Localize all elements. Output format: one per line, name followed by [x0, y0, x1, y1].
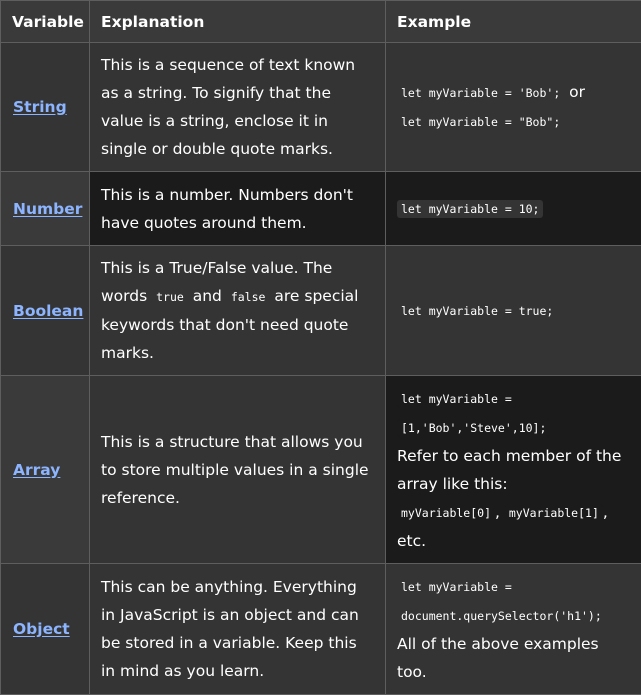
example-text: or	[564, 83, 585, 101]
example-cell: let myVariable = document.querySelector(…	[386, 564, 641, 695]
table-row-number: Number This is a number. Numbers don't h…	[1, 172, 641, 246]
explanation-text: and	[188, 287, 227, 305]
example-text: ,	[603, 503, 608, 521]
variable-cell: String	[1, 43, 90, 172]
example-text: ,	[495, 503, 505, 521]
example-code: myVariable[1]	[505, 504, 603, 522]
explanation-cell: This is a sequence of text known as a st…	[90, 43, 386, 172]
example-cell: let myVariable = [1,'Bob','Steve',10]; R…	[386, 376, 641, 564]
variables-table: Variable Explanation Example String This…	[0, 0, 641, 695]
explanation-cell: This is a structure that allows you to s…	[90, 376, 386, 564]
inline-code-true: true	[152, 288, 188, 306]
example-code: let myVariable = "Bob";	[397, 113, 564, 131]
header-explanation: Explanation	[90, 1, 386, 43]
variable-cell: Array	[1, 376, 90, 564]
example-text: All of the above examples too.	[397, 635, 599, 681]
table-row-object: Object This can be anything. Everything …	[1, 564, 641, 695]
example-code: let myVariable =	[397, 390, 516, 408]
example-code: let myVariable =	[397, 578, 516, 596]
string-link[interactable]: String	[13, 98, 67, 116]
variable-cell: Object	[1, 564, 90, 695]
inline-code-false: false	[227, 288, 270, 306]
explanation-cell: This is a True/False value. The words tr…	[90, 246, 386, 376]
variable-cell: Boolean	[1, 246, 90, 376]
example-code: [1,'Bob','Steve',10];	[397, 419, 550, 437]
example-cell: let myVariable = 'Bob'; or let myVariabl…	[386, 43, 641, 172]
header-example: Example	[386, 1, 641, 43]
array-link[interactable]: Array	[13, 461, 60, 479]
example-code: let myVariable = true;	[397, 302, 557, 320]
example-code: myVariable[0]	[397, 504, 495, 522]
table-row-array: Array This is a structure that allows yo…	[1, 376, 641, 564]
boolean-link[interactable]: Boolean	[13, 302, 83, 320]
example-cell: let myVariable = true;	[386, 246, 641, 376]
example-code: let myVariable = 10;	[397, 200, 543, 218]
explanation-cell: This can be anything. Everything in Java…	[90, 564, 386, 695]
example-text: etc.	[397, 532, 426, 550]
variable-cell: Number	[1, 172, 90, 246]
table-row-boolean: Boolean This is a True/False value. The …	[1, 246, 641, 376]
number-link[interactable]: Number	[13, 200, 82, 218]
example-text: Refer to each member of the array like t…	[397, 447, 621, 493]
header-variable: Variable	[1, 1, 90, 43]
example-code: document.querySelector('h1');	[397, 607, 606, 625]
example-code: let myVariable = 'Bob';	[397, 84, 564, 102]
table-row-string: String This is a sequence of text known …	[1, 43, 641, 172]
header-row: Variable Explanation Example	[1, 1, 641, 43]
example-cell: let myVariable = 10;	[386, 172, 641, 246]
explanation-cell: This is a number. Numbers don't have quo…	[90, 172, 386, 246]
object-link[interactable]: Object	[13, 620, 70, 638]
